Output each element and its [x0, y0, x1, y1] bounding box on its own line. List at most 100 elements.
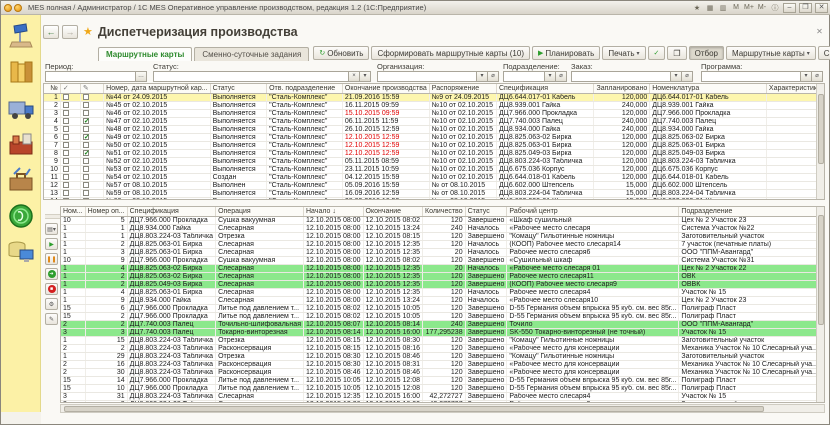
chevron-down-icon[interactable]: ▾: [545, 71, 556, 82]
cell-qty[interactable]: 120: [423, 344, 466, 352]
cell-spec[interactable]: ДЦ8.803.224-03 Табличка: [127, 232, 215, 240]
cell-wc[interactable]: Точило: [507, 320, 679, 328]
start-operation-button[interactable]: ▶: [45, 238, 58, 250]
cell-status[interactable]: Выполняется: [210, 101, 267, 109]
cell-spec[interactable]: ДЦ6.675.036 Корпус: [496, 165, 594, 173]
checkbox[interactable]: [83, 94, 89, 100]
cell-oper[interactable]: Точильно-шлифовальная: [216, 320, 304, 328]
cell-wc[interactable]: "Комацу" Гильотинные ножницы: [507, 232, 679, 240]
star-icon[interactable]: ★: [692, 4, 702, 12]
cell-dept[interactable]: Заготовительный участок: [679, 232, 820, 240]
cell-n1[interactable]: 1: [61, 352, 85, 360]
cell-status[interactable]: Выполнен: [210, 181, 267, 189]
cell-nom[interactable]: ДЦ6.602.000-01 Штепсель: [650, 197, 767, 200]
cell-start[interactable]: 12.10.2015 08:00: [304, 280, 364, 288]
cell-status[interactable]: Выполняется: [210, 141, 267, 149]
cell-dept[interactable]: "Сталь-Комплекс": [267, 197, 343, 200]
cell-n2[interactable]: 30: [85, 368, 127, 376]
cell-start[interactable]: 12.10.2015 08:14: [304, 328, 364, 336]
cell-dept[interactable]: ООО "ППМ-Авангард": [679, 248, 820, 256]
forward-button[interactable]: →: [62, 25, 78, 39]
cell-cb2[interactable]: [80, 93, 103, 101]
cell-dept[interactable]: "Сталь-Комплекс": [267, 125, 343, 133]
cell-dept[interactable]: "Сталь-Комплекс": [267, 149, 343, 157]
plan-button[interactable]: ▶Планировать: [532, 46, 600, 60]
cell-status[interactable]: Выполняется: [210, 93, 267, 101]
cell-status[interactable]: Завершено: [465, 376, 507, 384]
cell-qty[interactable]: 177,295238: [423, 328, 466, 336]
settings-button[interactable]: ⚙: [45, 298, 58, 310]
chevron-down-icon[interactable]: ▾: [360, 71, 371, 82]
checkbox[interactable]: [63, 198, 69, 200]
cell-spec[interactable]: ДЦ8.803.224-03 Табличка: [127, 352, 215, 360]
cell-n2[interactable]: 9: [85, 256, 127, 264]
cell-spec[interactable]: ДЦ7.966.000 Прокладка: [127, 216, 215, 224]
cell-status[interactable]: Завершено: [465, 360, 507, 368]
cell-qty[interactable]: 20: [423, 248, 466, 256]
table-row[interactable]: 22ДЦ7.740.003 ПалецТочильно-шлифовальная…: [61, 320, 825, 328]
cell-n2[interactable]: 16: [85, 360, 127, 368]
table-row[interactable]: 109ДЦ7.966.000 ПрокладкаСушка вакуумная1…: [61, 256, 825, 264]
desktop-icon[interactable]: [6, 22, 36, 50]
info-icon[interactable]: ⓘ: [770, 3, 780, 13]
cell-cb1[interactable]: [60, 125, 80, 133]
chevron-down-icon[interactable]: ▾: [671, 71, 682, 82]
checkbox[interactable]: [63, 166, 69, 172]
cell-wc[interactable]: SK-550 Токарно-винторезный (не точный): [507, 328, 679, 336]
cell-dept[interactable]: Полиграф Пласт: [679, 376, 820, 384]
cell-qty[interactable]: 120: [423, 256, 466, 264]
cell-spec[interactable]: ДЦ6.602.000-01 Штепсель: [496, 197, 594, 200]
cell-oper[interactable]: Сушка вакуумная: [216, 216, 304, 224]
cell-nom[interactable]: ДЦ7.966.000 Прокладка: [650, 109, 767, 117]
table-row[interactable]: 152ДЦ7.966.000 ПрокладкаЛитье под давлен…: [61, 312, 825, 320]
cell-wc[interactable]: «Рабочее место слесаря10: [507, 296, 679, 304]
toolbox-icon[interactable]: [6, 166, 36, 194]
checkbox[interactable]: [83, 142, 89, 148]
cell-n1[interactable]: 2: [61, 320, 85, 328]
cell-spec[interactable]: ДЦ7.966.000 Прокладка: [127, 256, 215, 264]
order-input[interactable]: [571, 71, 671, 82]
table-row[interactable]: 5№48 от 02.10.2015Выполняется"Сталь-Комп…: [44, 125, 824, 133]
cell-dept[interactable]: "Сталь-Комплекс": [267, 165, 343, 173]
cell-n1[interactable]: 1: [61, 272, 85, 280]
cell-n1[interactable]: 2: [61, 344, 85, 352]
cell-n[interactable]: 3: [44, 109, 60, 117]
cell-qty[interactable]: 120: [423, 384, 466, 392]
cell-n1[interactable]: 1: [61, 232, 85, 240]
cell-n1[interactable]: 10: [61, 256, 85, 264]
table-row[interactable]: 9№52 от 02.10.2015Выполняется"Сталь-Комп…: [44, 157, 824, 165]
cell-order[interactable]: №10 от 02.10.2015: [429, 117, 496, 125]
cell-start[interactable]: 12.10.2015 08:30: [304, 360, 364, 368]
table-row[interactable]: 33ДЦ7.740.003 ПалецТокарно-винторезная12…: [61, 328, 825, 336]
cell-number[interactable]: №57 от 08.10.2015: [104, 181, 210, 189]
cell-dept[interactable]: Цех № 2 Участок 22: [679, 264, 820, 272]
ellipsis-button[interactable]: …: [136, 71, 147, 82]
finance-coin-icon[interactable]: [6, 202, 36, 230]
cell-qty[interactable]: 20: [423, 264, 466, 272]
cell-qty[interactable]: 120,000: [594, 149, 650, 157]
cell-char[interactable]: [766, 93, 823, 101]
cell-start[interactable]: 12.10.2015 08:00: [304, 264, 364, 272]
cell-status[interactable]: Завершено: [465, 320, 507, 328]
resume-operation-button[interactable]: ➜: [45, 268, 58, 280]
cell-nom[interactable]: ДЦ8.825.063-01 Бирка: [650, 141, 767, 149]
cell-n1[interactable]: 1: [61, 288, 85, 296]
operations-menu-button[interactable]: ▤▾: [45, 223, 58, 235]
period-input[interactable]: [45, 71, 136, 82]
cell-n1[interactable]: 1: [61, 224, 85, 232]
cell-cb1[interactable]: [60, 181, 80, 189]
cell-number[interactable]: №60 от 08.10.2015: [104, 197, 210, 200]
cell-status[interactable]: Выполняется: [210, 125, 267, 133]
cell-cb2[interactable]: [80, 173, 103, 181]
cell-status[interactable]: Завершено: [465, 384, 507, 392]
cell-dept[interactable]: ООО "ППМ-Авангард": [679, 320, 820, 328]
checkbox[interactable]: [83, 126, 89, 132]
cell-n2[interactable]: 2: [85, 272, 127, 280]
cell-status[interactable]: Завершено: [465, 232, 507, 240]
cell-dept[interactable]: Участок № 15: [679, 288, 820, 296]
cell-qty[interactable]: 240: [423, 320, 466, 328]
cell-qty[interactable]: 120,000: [594, 133, 650, 141]
column-header-status[interactable]: Статус: [465, 207, 507, 216]
cell-spec[interactable]: ДЦ8.825.063-01 Бирка: [127, 248, 215, 256]
cell-end[interactable]: 12.10.2015 08:46: [363, 352, 423, 360]
